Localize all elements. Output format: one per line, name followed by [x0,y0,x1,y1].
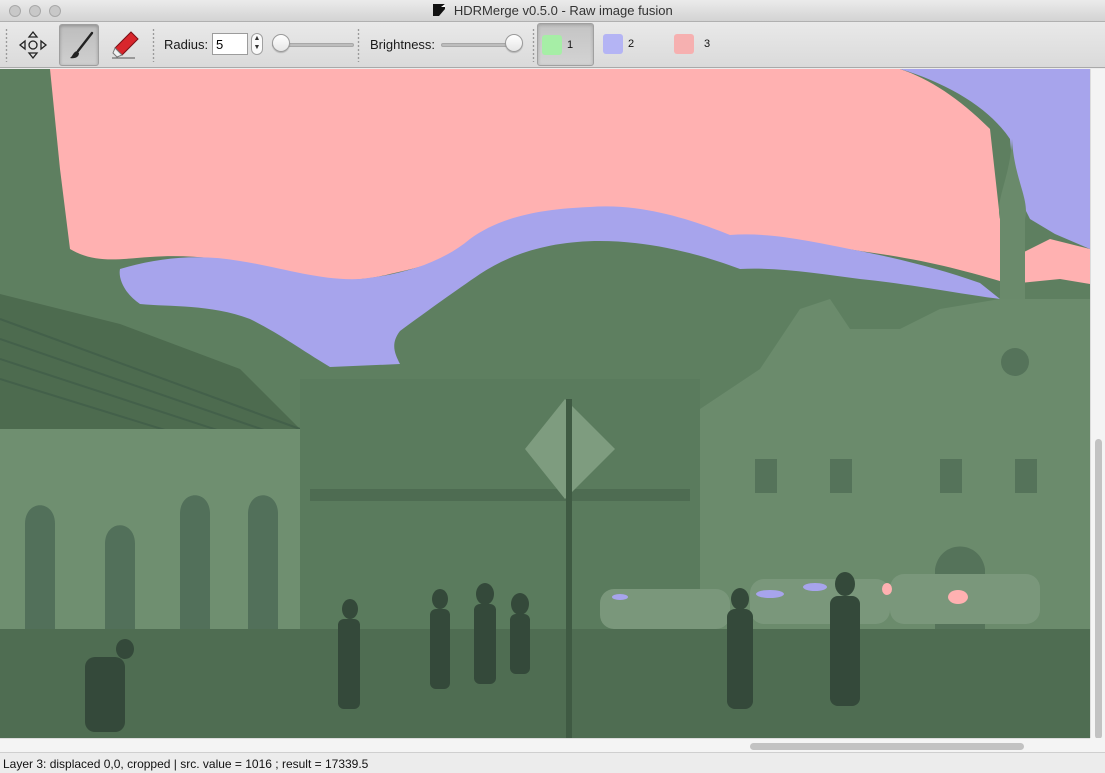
layer-1-swatch [542,35,562,55]
window-title: HDRMerge v0.5.0 - Raw image fusion [453,3,673,18]
layer-3-button[interactable]: 3 [670,23,727,66]
toolbar-grip[interactable] [152,28,155,62]
radius-input[interactable] [212,33,248,55]
toolbar-grip[interactable] [357,28,360,62]
radius-slider-handle[interactable] [272,34,290,52]
title-bar: HDRMerge v0.5.0 - Raw image fusion [0,0,1105,22]
brightness-slider-handle[interactable] [505,34,523,52]
status-bar: Layer 3: displaced 0,0, cropped | src. v… [0,752,1105,773]
toolbar-grip[interactable] [5,28,8,62]
image-canvas[interactable] [0,69,1090,738]
layer-1-button[interactable]: 1 [537,23,594,66]
layer-1-label: 1 [567,39,574,51]
layer-2-swatch [603,34,623,54]
hdr-mask-preview [0,69,1090,738]
layer-2-button[interactable]: 2 [599,23,656,66]
brush-tool-button[interactable] [59,24,99,66]
radius-stepper[interactable]: ▲ ▼ [251,33,263,55]
eraser-pencil-icon [112,31,139,59]
toolbar-grip[interactable] [532,28,535,62]
move-tool-button[interactable] [12,24,52,66]
horizontal-scroll-thumb[interactable] [750,743,1024,750]
horizontal-scrollbar[interactable] [0,738,1090,752]
move-arrows-icon [18,30,48,60]
status-text: Layer 3: displaced 0,0, cropped | src. v… [3,757,369,771]
layer-3-swatch [674,34,694,54]
layer-3-label: 3 [704,38,711,50]
hdrmerge-app-icon [432,3,446,17]
paintbrush-icon [70,31,94,59]
scroll-corner [1090,738,1105,752]
toolbar: Radius: ▲▼ Brightness: 1 2 3 [0,22,1105,68]
eraser-tool-button[interactable] [104,24,144,66]
street [0,629,1090,738]
vertical-scroll-thumb[interactable] [1095,439,1102,739]
layer-2-label: 2 [628,38,635,50]
vertical-scrollbar[interactable] [1090,69,1105,739]
brightness-label: Brightness: [370,37,436,52]
radius-label: Radius: [164,37,209,52]
